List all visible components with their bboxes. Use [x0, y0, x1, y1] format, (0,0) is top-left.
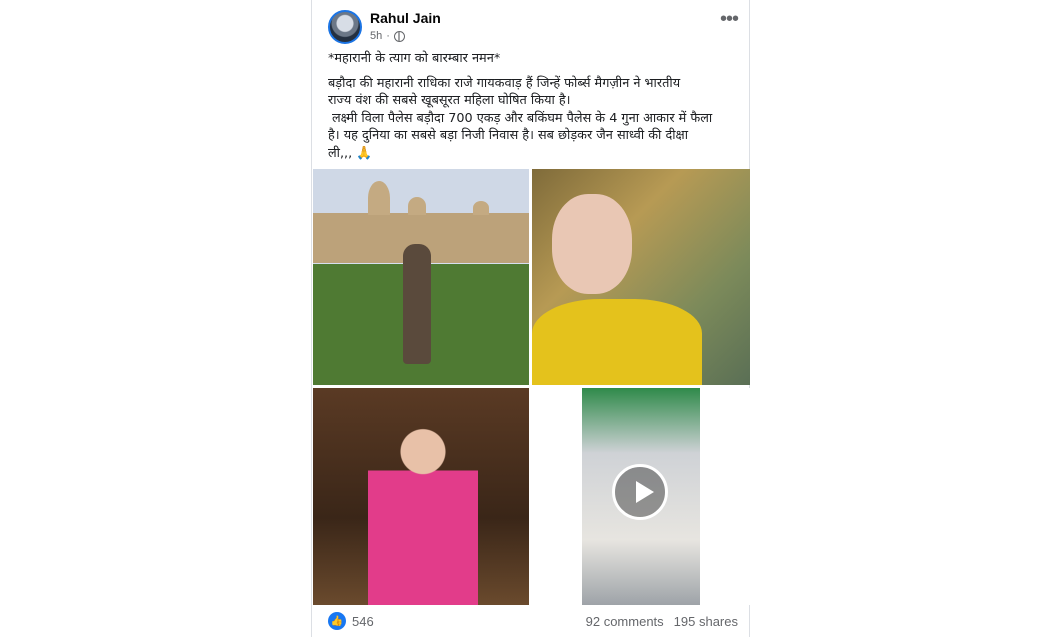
photo-woman-pink-saree[interactable] [313, 388, 529, 605]
facebook-post-card: Rahul Jain 5h · ••• *महारानी के त्याग को… [311, 0, 750, 637]
more-options-icon[interactable]: ••• [720, 9, 739, 29]
media-grid [313, 169, 750, 605]
post-text-line: ली,,, 🙏 [328, 145, 373, 161]
globe-icon [393, 30, 405, 42]
palace-dome [368, 181, 390, 215]
post-text-line: है। यह दुनिया का सबसे बड़ा निजी निवास है… [328, 128, 689, 143]
photo-palace-woman[interactable] [313, 169, 529, 385]
woman-figure [368, 418, 478, 605]
post-text-line: *महारानी के त्याग को बारम्बार नमन* [328, 51, 501, 66]
comments-count[interactable]: 92 comments [586, 614, 664, 629]
author-name[interactable]: Rahul Jain [370, 10, 441, 26]
post-meta: 5h · [370, 30, 405, 42]
palace-dome [408, 197, 426, 215]
post-header: Rahul Jain 5h · ••• [328, 8, 739, 50]
like-icon[interactable]: 👍 [328, 612, 346, 630]
face-shape [552, 194, 632, 294]
post-text: *महारानी के त्याग को बारम्बार नमन* बड़ौद… [328, 50, 733, 162]
post-footer: 👍 546 92 comments 195 shares [328, 608, 738, 634]
play-icon[interactable] [612, 464, 668, 520]
video-tile[interactable] [532, 388, 750, 605]
photo-woman-yellow-saree[interactable] [532, 169, 750, 385]
engagement-counts: 92 comments 195 shares [586, 614, 738, 629]
post-text-line: लक्ष्मी विला पैलेस बड़ौदा 700 एकड़ और बक… [332, 110, 713, 126]
post-text-line: राज्य वंश की सबसे खूबसूरत महिला घोषित कि… [328, 93, 571, 108]
post-time[interactable]: 5h [370, 30, 382, 42]
dress-shape [532, 299, 702, 385]
post-text-line: बड़ौदा की महारानी राधिका राजे गायकवाड़ ह… [328, 75, 681, 91]
likes-count[interactable]: 546 [352, 614, 374, 629]
palace-dome [473, 201, 489, 215]
author-avatar[interactable] [328, 10, 362, 44]
woman-figure [403, 244, 431, 364]
shares-count[interactable]: 195 shares [674, 614, 738, 629]
